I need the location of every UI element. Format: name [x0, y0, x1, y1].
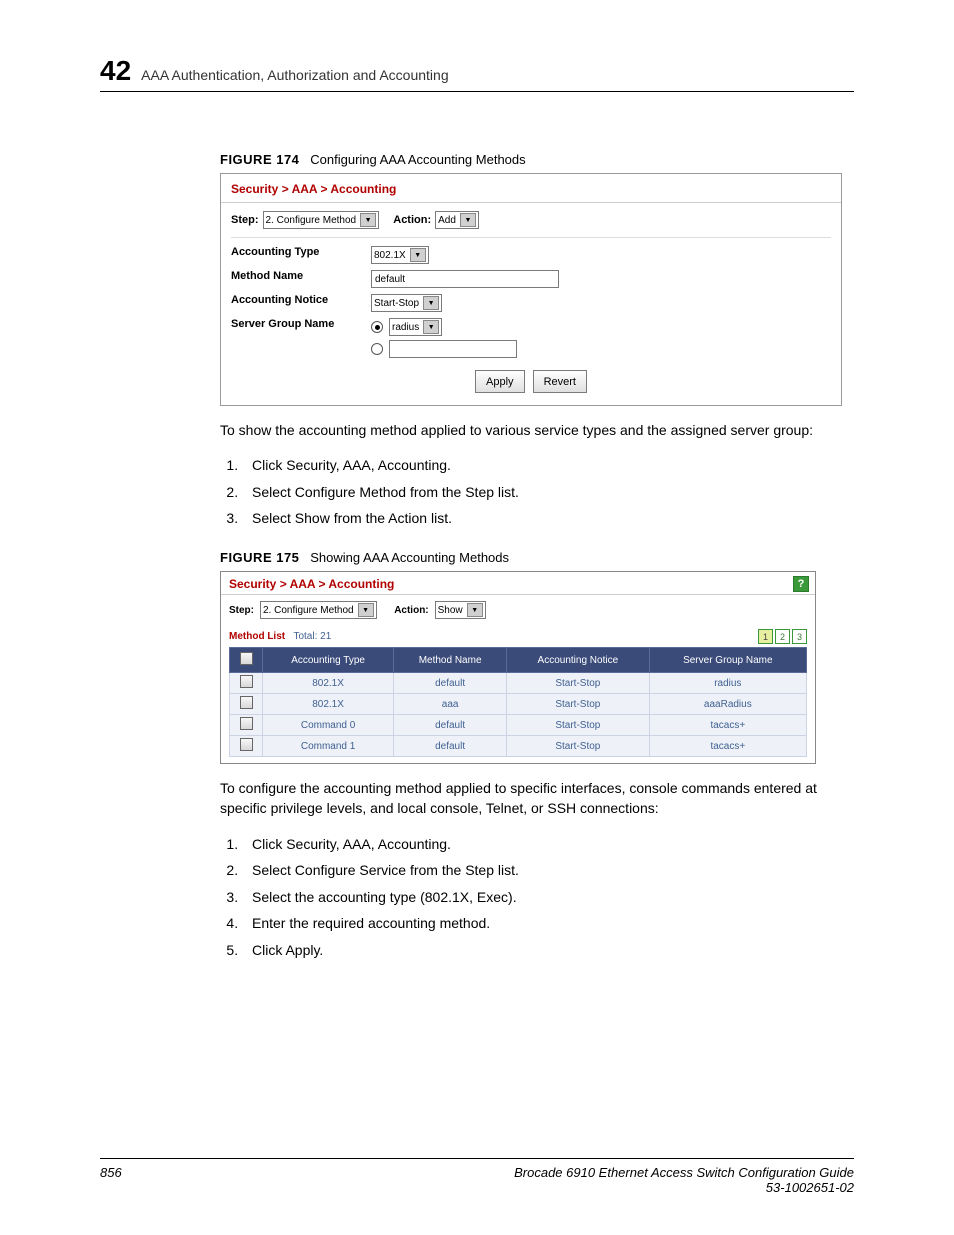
cell: Command 0: [263, 715, 394, 736]
chevron-down-icon: ▼: [423, 320, 439, 334]
cell: Start-Stop: [507, 694, 650, 715]
action-select[interactable]: Show▼: [435, 601, 486, 619]
step-item: Select Configure Method from the Step li…: [242, 479, 854, 506]
action-label: Action:: [394, 605, 428, 616]
table-header: Method Name: [394, 648, 507, 673]
checkbox[interactable]: [240, 738, 253, 751]
pager: 1 2 3: [758, 629, 807, 644]
figure-174-panel: Security > AAA > Accounting Step: 2. Con…: [220, 173, 842, 406]
chevron-down-icon: ▼: [467, 603, 483, 617]
cell: 802.1X: [263, 673, 394, 694]
cell: aaaRadius: [649, 694, 806, 715]
footer-page-number: 856: [100, 1165, 122, 1195]
server-group-radio-preset[interactable]: [371, 321, 383, 333]
table-header: Server Group Name: [649, 648, 806, 673]
step-item: Select the accounting type (802.1X, Exec…: [242, 884, 854, 911]
cell: Start-Stop: [507, 736, 650, 757]
cell: Command 1: [263, 736, 394, 757]
cell: default: [394, 736, 507, 757]
step-select[interactable]: 2. Configure Method▼: [263, 211, 380, 229]
body-text-1: To show the accounting method applied to…: [220, 420, 854, 440]
checkbox[interactable]: [240, 717, 253, 730]
step-label: Step:: [231, 214, 259, 226]
chapter-number: 42: [100, 55, 131, 87]
help-icon[interactable]: ?: [793, 576, 809, 592]
table-header-checkbox: [230, 648, 263, 673]
method-name-label: Method Name: [231, 270, 351, 282]
chevron-down-icon: ▼: [423, 296, 439, 310]
page-button[interactable]: 2: [775, 629, 790, 644]
page-button[interactable]: 1: [758, 629, 773, 644]
steps-list-2: Click Security, AAA, Accounting. Select …: [220, 831, 854, 964]
checkbox[interactable]: [240, 696, 253, 709]
action-select[interactable]: Add▼: [435, 211, 479, 229]
method-list-total: Total: 21: [293, 631, 331, 642]
accounting-type-select[interactable]: 802.1X▼: [371, 246, 429, 264]
checkbox[interactable]: [240, 675, 253, 688]
step-label: Step:: [229, 605, 254, 616]
method-list-label: Method List: [229, 631, 285, 642]
checkbox[interactable]: [240, 652, 253, 665]
step-item: Click Apply.: [242, 937, 854, 964]
figure-title: Configuring AAA Accounting Methods: [310, 152, 525, 167]
page-footer: 856 Brocade 6910 Ethernet Access Switch …: [100, 1158, 854, 1195]
table-row: Command 1 default Start-Stop tacacs+: [230, 736, 807, 757]
step-item: Select Show from the Action list.: [242, 505, 854, 532]
page-header: 42 AAA Authentication, Authorization and…: [100, 55, 854, 92]
figure-175-caption: FIGURE 175 Showing AAA Accounting Method…: [220, 550, 854, 565]
step-select[interactable]: 2. Configure Method▼: [260, 601, 377, 619]
step-item: Click Security, AAA, Accounting.: [242, 831, 854, 858]
page-button[interactable]: 3: [792, 629, 807, 644]
table-row: 802.1X aaa Start-Stop aaaRadius: [230, 694, 807, 715]
server-group-input[interactable]: [389, 340, 517, 358]
accounting-notice-label: Accounting Notice: [231, 294, 351, 306]
method-table: Accounting Type Method Name Accounting N…: [229, 647, 807, 757]
figure-label: FIGURE 174: [220, 152, 299, 167]
breadcrumb: Security > AAA > Accounting: [221, 174, 841, 203]
figure-174-caption: FIGURE 174 Configuring AAA Accounting Me…: [220, 152, 854, 167]
apply-button[interactable]: Apply: [475, 370, 525, 393]
server-group-name-label: Server Group Name: [231, 318, 351, 330]
action-label: Action:: [393, 214, 431, 226]
accounting-type-label: Accounting Type: [231, 246, 351, 258]
chevron-down-icon: ▼: [358, 603, 374, 617]
method-name-input[interactable]: default: [371, 270, 559, 288]
footer-doc-title: Brocade 6910 Ethernet Access Switch Conf…: [514, 1165, 854, 1180]
figure-label: FIGURE 175: [220, 550, 299, 565]
cell: aaa: [394, 694, 507, 715]
chapter-title: AAA Authentication, Authorization and Ac…: [141, 67, 448, 83]
table-row: Command 0 default Start-Stop tacacs+: [230, 715, 807, 736]
cell: Start-Stop: [507, 673, 650, 694]
step-item: Enter the required accounting method.: [242, 910, 854, 937]
cell: default: [394, 673, 507, 694]
step-item: Click Security, AAA, Accounting.: [242, 452, 854, 479]
cell: Start-Stop: [507, 715, 650, 736]
breadcrumb: Security > AAA > Accounting: [229, 577, 394, 591]
footer-doc-id: 53-1002651-02: [514, 1180, 854, 1195]
body-text-2: To configure the accounting method appli…: [220, 778, 854, 819]
table-header: Accounting Type: [263, 648, 394, 673]
chevron-down-icon: ▼: [410, 248, 426, 262]
figure-title: Showing AAA Accounting Methods: [310, 550, 509, 565]
cell: default: [394, 715, 507, 736]
server-group-radio-custom[interactable]: [371, 343, 383, 355]
figure-175-panel: Security > AAA > Accounting ? Step: 2. C…: [220, 571, 816, 764]
cell: tacacs+: [649, 715, 806, 736]
table-row: 802.1X default Start-Stop radius: [230, 673, 807, 694]
chevron-down-icon: ▼: [460, 213, 476, 227]
server-group-select[interactable]: radius▼: [389, 318, 442, 336]
accounting-notice-select[interactable]: Start-Stop▼: [371, 294, 442, 312]
revert-button[interactable]: Revert: [533, 370, 587, 393]
cell: radius: [649, 673, 806, 694]
cell: 802.1X: [263, 694, 394, 715]
chevron-down-icon: ▼: [360, 213, 376, 227]
step-item: Select Configure Service from the Step l…: [242, 857, 854, 884]
table-header: Accounting Notice: [507, 648, 650, 673]
steps-list-1: Click Security, AAA, Accounting. Select …: [220, 452, 854, 532]
cell: tacacs+: [649, 736, 806, 757]
